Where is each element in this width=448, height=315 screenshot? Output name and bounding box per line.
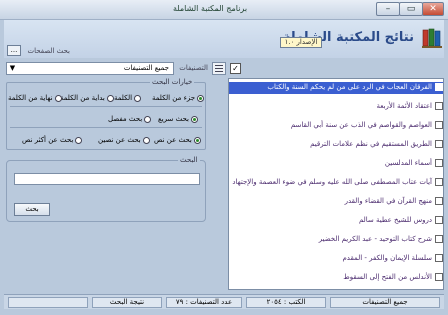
status-search-result: نتيجة البحث xyxy=(92,297,162,308)
book-checkbox[interactable] xyxy=(435,159,443,167)
radio-icon xyxy=(75,136,83,144)
book-title: الأندلس من الفتح إلى السقوط xyxy=(343,273,432,281)
radio-icon xyxy=(142,136,150,144)
book-title: دروس للشيخ عطية سالم xyxy=(359,216,432,224)
search-options-legend: خيارات البحث xyxy=(150,78,195,86)
book-title: آيات عتاب المصطفى صلى الله عليه وسلم في … xyxy=(232,178,432,186)
status-categories-count: عدد التصنيفات : ٧٩ xyxy=(166,297,242,308)
divider xyxy=(10,106,202,107)
book-checkbox[interactable] xyxy=(435,102,443,110)
option-two-texts[interactable]: بحث عن نصين xyxy=(98,136,150,144)
book-checkbox[interactable] xyxy=(435,140,443,148)
category-label: التصنيفات xyxy=(179,64,208,72)
option-label: بداية من الكلمة xyxy=(60,94,105,102)
option-one-text[interactable]: بحث عن نص xyxy=(154,136,201,144)
book-checkbox[interactable] xyxy=(435,254,443,262)
radio-icon xyxy=(193,136,201,144)
book-list-item[interactable]: العواصم والقواصم في الذب عن سنة أبي القا… xyxy=(229,120,443,132)
book-checkbox[interactable] xyxy=(435,197,443,205)
book-list-item[interactable]: الأندلس من الفتح إلى السقوط xyxy=(229,272,443,284)
option-label: بحث سريع xyxy=(158,115,189,123)
book-list-item[interactable]: دروس للشيخ عطية سالم xyxy=(229,215,443,227)
search-legend: البحث xyxy=(178,156,200,164)
maximize-button[interactable]: ▭ xyxy=(399,2,423,16)
book-title: الفرقان العجاب في الرد على من لم يحكم ال… xyxy=(267,83,432,91)
book-checkbox[interactable] xyxy=(435,273,443,281)
radio-icon xyxy=(134,94,142,102)
chevron-down-icon: ▼ xyxy=(9,64,16,72)
book-title: الطريق المستقيم في نظم علامات الترقيم xyxy=(310,140,432,148)
radio-icon xyxy=(144,115,152,123)
book-title: اعتقاد الأئمة الأربعة xyxy=(376,102,432,110)
status-books-count: الكتب : ٢٠٥٤ xyxy=(246,297,326,308)
version-label: الإصدار ١.٠ xyxy=(280,37,322,48)
option-word-end[interactable]: نهاية من الكلمة xyxy=(8,94,62,102)
book-list-item[interactable]: شرح كتاب التوحيد - عبد الكريم الخضير xyxy=(229,234,443,246)
book-list-item[interactable]: اعتقاد الأئمة الأربعة xyxy=(229,101,443,113)
book-list-item[interactable]: سلسلة الإيمان والكفر - المقدم xyxy=(229,253,443,265)
option-fast-search[interactable]: بحث سريع xyxy=(158,115,198,123)
book-list[interactable]: الفرقان العجاب في الرد على من لم يحكم ال… xyxy=(228,78,444,290)
select-all-checkbox[interactable]: ✓ xyxy=(230,63,241,74)
status-empty-panel xyxy=(8,297,88,308)
option-part-of-word[interactable]: جزء من الكلمة xyxy=(152,94,205,102)
book-checkbox[interactable] xyxy=(435,235,443,243)
radio-icon xyxy=(197,94,205,102)
option-label: نهاية من الكلمة xyxy=(8,94,53,102)
book-list-item[interactable]: منهج القرآن في القضاء والقدر xyxy=(229,196,443,208)
search-button[interactable]: بحث xyxy=(14,203,50,216)
option-detailed-search[interactable]: بحث مفصل xyxy=(108,115,152,123)
option-multi-text[interactable]: بحث عن أكثر نص xyxy=(22,136,83,144)
divider xyxy=(10,127,202,128)
book-list-item[interactable]: الطريق المستقيم في نظم علامات الترقيم xyxy=(229,139,443,151)
search-input[interactable] xyxy=(14,173,200,185)
status-all-categories: جميع التصنيفات xyxy=(330,297,440,308)
option-word-start[interactable]: بداية من الكلمة xyxy=(60,94,114,102)
book-title: منهج القرآن في القضاء والقدر xyxy=(344,197,432,205)
header-panel: نتائج المكتبة الشاملة xyxy=(4,20,444,58)
option-label: جزء من الكلمة xyxy=(152,94,196,102)
option-label: بحث مفصل xyxy=(108,115,143,123)
book-checkbox[interactable] xyxy=(435,178,443,186)
book-checkbox[interactable] xyxy=(435,83,443,91)
option-label: الكلمة xyxy=(114,94,133,102)
option-label: بحث عن نصين xyxy=(98,136,141,144)
book-checkbox[interactable] xyxy=(435,121,443,129)
category-dropdown[interactable]: جميع التصنيفات ▼ xyxy=(6,62,174,75)
book-title: العواصم والقواصم في الذب عن سنة أبي القا… xyxy=(290,121,432,129)
list-icon xyxy=(215,65,223,72)
option-label: بحث عن نص xyxy=(154,136,192,144)
book-title: شرح كتاب التوحيد - عبد الكريم الخضير xyxy=(318,235,432,243)
search-pages-label: بحث الصفحات xyxy=(27,47,71,55)
book-list-item[interactable]: أسماء المدلسين xyxy=(229,158,443,170)
book-list-item[interactable]: آيات عتاب المصطفى صلى الله عليه وسلم في … xyxy=(229,177,443,189)
radio-icon xyxy=(190,115,198,123)
option-whole-word[interactable]: الكلمة xyxy=(114,94,142,102)
minimize-button[interactable]: – xyxy=(376,2,400,16)
book-title: أسماء المدلسين xyxy=(384,159,432,167)
radio-icon xyxy=(106,94,114,102)
books-icon xyxy=(422,28,442,48)
title-bar: برنامج المكتبة الشاملة – ▭ ✕ xyxy=(0,0,448,20)
option-label: بحث عن أكثر نص xyxy=(22,136,74,144)
book-checkbox[interactable] xyxy=(435,216,443,224)
radio-icon xyxy=(54,94,62,102)
category-selected-value: جميع التصنيفات xyxy=(123,64,169,72)
window-title: برنامج المكتبة الشاملة xyxy=(172,4,248,13)
book-list-item[interactable]: الفرقان العجاب في الرد على من لم يحكم ال… xyxy=(229,82,443,94)
close-button[interactable]: ✕ xyxy=(422,2,444,16)
browse-button[interactable]: ... xyxy=(7,45,21,56)
book-title: سلسلة الإيمان والكفر - المقدم xyxy=(342,254,432,262)
list-tool-button[interactable] xyxy=(212,62,226,75)
